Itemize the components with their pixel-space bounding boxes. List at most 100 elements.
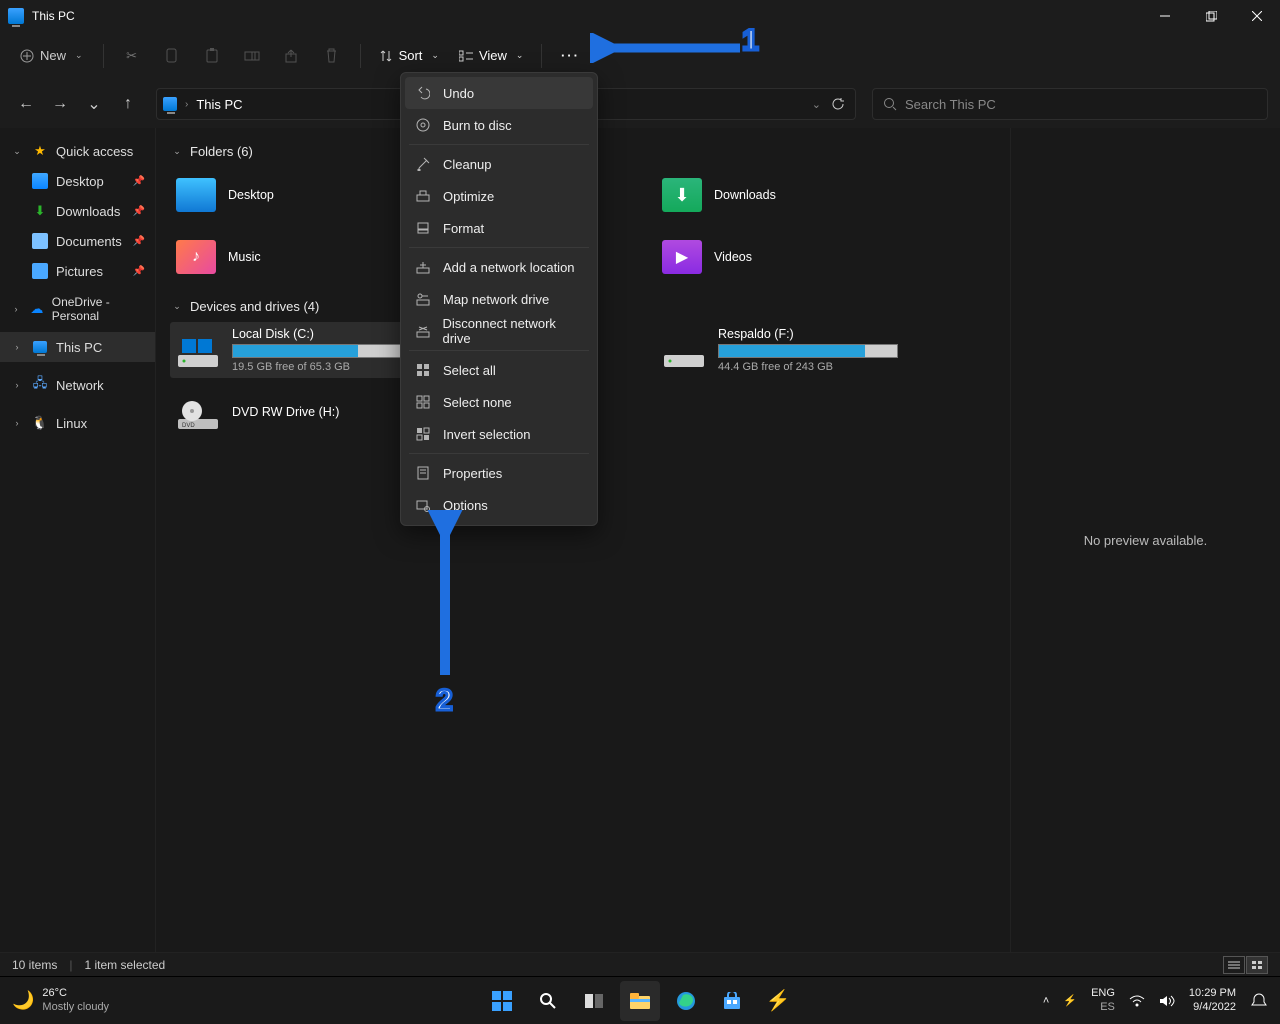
pin-icon: 📌	[133, 236, 145, 247]
invert-selection-icon	[415, 426, 431, 442]
folder-downloads[interactable]: ⬇Downloads	[656, 167, 899, 223]
drive-c[interactable]: Local Disk (C:) 19.5 GB free of 65.3 GB	[170, 322, 413, 378]
folder-desktop[interactable]: Desktop	[170, 167, 413, 223]
chevron-down-icon: ⌄	[10, 146, 24, 157]
share-button[interactable]	[274, 40, 310, 72]
cut-button[interactable]: ✂	[114, 40, 150, 72]
new-label: New	[40, 48, 66, 63]
sidebar-label: Downloads	[56, 204, 120, 219]
more-context-menu[interactable]: Undo Burn to disc Cleanup Optimize Format Add…	[400, 72, 598, 526]
menu-item-label: Cleanup	[443, 157, 491, 172]
menu-item-optimize[interactable]: Optimize	[405, 180, 593, 212]
menu-item-select-none[interactable]: Select none	[405, 386, 593, 418]
menu-item-burn-to-disc[interactable]: Burn to disc	[405, 109, 593, 141]
sidebar-label: Desktop	[56, 174, 104, 189]
menu-item-cleanup[interactable]: Cleanup	[405, 148, 593, 180]
delete-button[interactable]	[314, 40, 350, 72]
minimize-button[interactable]	[1142, 0, 1188, 32]
drive-dvd[interactable]: DVD DVD RW Drive (H:)	[170, 384, 413, 440]
clock-date: 9/4/2022	[1193, 1001, 1236, 1014]
star-icon: ★	[32, 143, 48, 159]
format-icon	[415, 220, 431, 236]
tray-chevron-icon[interactable]: ˄	[1043, 995, 1049, 1007]
task-view[interactable]	[574, 981, 614, 1021]
menu-item-undo[interactable]: Undo	[405, 77, 593, 109]
menu-item-invert-selection[interactable]: Invert selection	[405, 418, 593, 450]
tray-app-icon[interactable]: ⚡	[1063, 994, 1077, 1007]
chevron-right-icon: ›	[10, 304, 22, 314]
folder-videos[interactable]: ▶Videos	[656, 229, 899, 285]
back-button[interactable]: ←	[12, 90, 40, 118]
start-button[interactable]	[482, 981, 522, 1021]
drive-f[interactable]: Respaldo (F:) 44.4 GB free of 243 GB	[656, 322, 899, 378]
item-label: DVD RW Drive (H:)	[232, 405, 339, 419]
taskbar-weather[interactable]: 🌙 26°C Mostly cloudy	[12, 987, 109, 1013]
breadcrumb-location[interactable]: This PC	[196, 97, 242, 112]
notifications-icon[interactable]	[1250, 992, 1268, 1010]
sidebar-item-desktop[interactable]: Desktop📌	[0, 166, 155, 196]
new-button[interactable]: New ⌄	[10, 42, 93, 69]
menu-item-disconnect-network-drive[interactable]: Disconnect network drive	[405, 315, 593, 347]
sort-button[interactable]: Sort⌄	[371, 40, 447, 72]
up-button[interactable]: ↑	[114, 90, 142, 118]
more-button[interactable]: ···	[552, 40, 588, 72]
pin-icon: 📌	[133, 266, 145, 277]
taskbar-edge[interactable]	[666, 981, 706, 1021]
taskbar-language[interactable]: ENGES	[1091, 987, 1115, 1013]
thispc-icon	[163, 97, 177, 111]
menu-item-add-a-network-location[interactable]: Add a network location	[405, 251, 593, 283]
taskbar[interactable]: 🌙 26°C Mostly cloudy ⚡ ˄ ⚡ ENGES 10:29 P…	[0, 976, 1280, 1024]
refresh-button[interactable]	[831, 97, 845, 111]
folder-music[interactable]: ♪Music	[170, 229, 413, 285]
taskbar-temp: 26°C	[42, 987, 67, 1000]
paste-button[interactable]	[194, 40, 230, 72]
sidebar-label: Documents	[56, 234, 122, 249]
tiles-view-toggle[interactable]	[1246, 956, 1268, 974]
dvd-icon: DVD	[176, 393, 220, 431]
details-view-toggle[interactable]	[1223, 956, 1245, 974]
sidebar-label: Linux	[56, 416, 87, 431]
sidebar-quick-access[interactable]: ⌄ ★ Quick access	[0, 136, 155, 166]
search-input[interactable]: Search This PC	[872, 88, 1268, 120]
map-network-drive-icon	[415, 291, 431, 307]
taskbar-search[interactable]	[528, 981, 568, 1021]
menu-item-label: Undo	[443, 86, 474, 101]
sidebar-item-documents[interactable]: Documents 📌	[0, 226, 155, 256]
menu-item-select-all[interactable]: Select all	[405, 354, 593, 386]
menu-separator	[409, 453, 589, 454]
address-dropdown-button[interactable]: ⌄	[812, 98, 821, 111]
forward-button[interactable]: →	[46, 90, 74, 118]
drive-free-text: 44.4 GB free of 243 GB	[718, 361, 898, 373]
close-button[interactable]	[1234, 0, 1280, 32]
view-button[interactable]: View⌄	[451, 40, 532, 72]
sidebar-thispc[interactable]: ›This PC	[0, 332, 155, 362]
menu-item-properties[interactable]: Properties	[405, 457, 593, 489]
menu-item-label: Select all	[443, 363, 496, 378]
taskbar-app[interactable]: ⚡	[758, 981, 798, 1021]
status-items: 10 items	[12, 958, 57, 972]
volume-icon[interactable]	[1159, 994, 1175, 1008]
taskbar-explorer[interactable]	[620, 981, 660, 1021]
menu-item-label: Format	[443, 221, 484, 236]
status-separator: |	[69, 958, 72, 972]
copy-button[interactable]	[154, 40, 190, 72]
sidebar-label: Network	[56, 378, 104, 393]
menu-item-format[interactable]: Format	[405, 212, 593, 244]
sidebar-network[interactable]: ›🖧Network	[0, 370, 155, 400]
rename-button[interactable]	[234, 40, 270, 72]
sidebar-linux[interactable]: ›🐧Linux	[0, 408, 155, 438]
taskbar-clock[interactable]: 10:29 PM9/4/2022	[1189, 987, 1236, 1013]
sidebar-item-pictures[interactable]: Pictures📌	[0, 256, 155, 286]
menu-item-label: Optimize	[443, 189, 494, 204]
maximize-button[interactable]	[1188, 0, 1234, 32]
nav-row: ← → ⌄ ↑ › This PC ⌄ Search This PC	[0, 80, 1280, 128]
drive-icon	[176, 331, 220, 369]
menu-item-map-network-drive[interactable]: Map network drive	[405, 283, 593, 315]
sidebar-item-downloads[interactable]: ⬇Downloads📌	[0, 196, 155, 226]
wifi-icon[interactable]	[1129, 995, 1145, 1007]
taskbar-store[interactable]	[712, 981, 752, 1021]
drive-progress	[232, 344, 412, 358]
sidebar-onedrive[interactable]: ›☁OneDrive - Personal	[0, 294, 155, 324]
chevron-right-icon: ›	[10, 342, 24, 352]
recent-locations-button[interactable]: ⌄	[80, 90, 108, 118]
